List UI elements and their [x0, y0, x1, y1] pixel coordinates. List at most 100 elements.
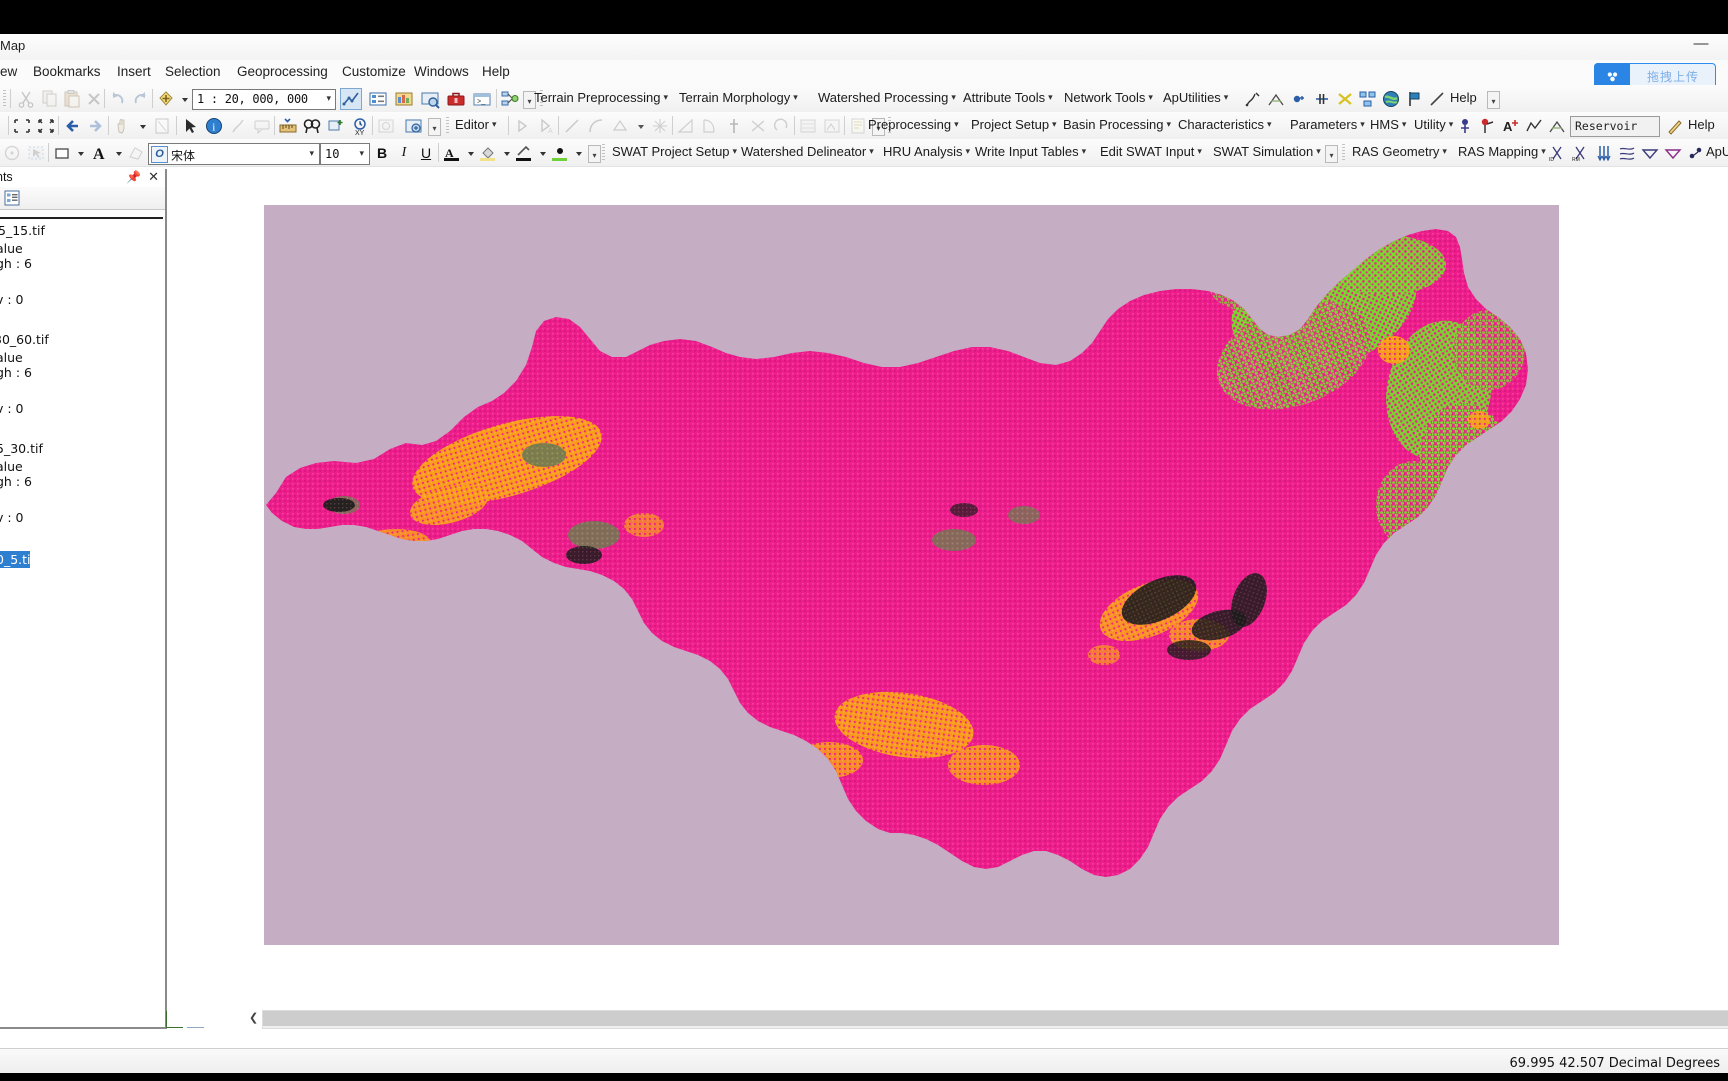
chevron-down-icon[interactable]: ▾ [309, 148, 314, 159]
marker-color-icon[interactable] [550, 143, 570, 163]
toolbar-grip[interactable] [602, 144, 605, 161]
sketch-play-icon[interactable] [512, 116, 532, 136]
chevron-down-icon[interactable]: ▾ [326, 93, 331, 104]
zoom-out-fixed-icon[interactable] [36, 116, 56, 136]
bold-button[interactable]: B [372, 143, 392, 163]
straight-segment-icon[interactable] [562, 116, 582, 136]
menu-aputilities[interactable]: ApUtilities ▾ [1163, 90, 1228, 105]
apf-flag-icon[interactable] [1404, 89, 1424, 109]
toolbox-icon[interactable] [446, 89, 466, 109]
menu-hru-analysis[interactable]: HRU Analysis ▾ [883, 144, 970, 159]
menu-item-bookmarks[interactable]: Bookmarks [33, 64, 101, 79]
map-horizontal-scrollbar[interactable]: ❮ [249, 1010, 1728, 1029]
text-icon[interactable]: A [90, 143, 110, 163]
identify-icon[interactable]: i [204, 116, 224, 136]
arc-icon[interactable] [772, 116, 792, 136]
apf-globe-icon[interactable] [1381, 89, 1401, 109]
menu-edit-swat-input[interactable]: Edit SWAT Input ▾ [1100, 144, 1202, 159]
find-route-icon[interactable] [228, 116, 248, 136]
apf-point-icon[interactable] [1289, 89, 1309, 109]
menu-item-view[interactable]: ew [0, 64, 17, 79]
undo-icon[interactable] [108, 89, 128, 109]
menu-item-windows[interactable]: Windows [414, 64, 469, 79]
menu-swat-simulation[interactable]: SWAT Simulation ▾ [1213, 144, 1321, 159]
fill-color-icon[interactable] [478, 143, 498, 163]
search-window-icon[interactable] [420, 89, 440, 109]
font-family-combo[interactable]: O 宋体 ▾ [148, 143, 320, 165]
hms-label-icon[interactable]: A [1501, 116, 1521, 136]
toc-layer-name[interactable]: 30_60.tif [0, 332, 49, 347]
parallel-icon[interactable] [724, 116, 744, 136]
map-canvas[interactable] [167, 169, 1728, 1027]
zoom-whole-page-icon[interactable] [152, 116, 172, 136]
apf-profile-icon[interactable] [1266, 89, 1286, 109]
toolbar-overflow-button[interactable]: ▾ [588, 145, 601, 163]
menu-attribute-tools[interactable]: Attribute Tools ▾ [963, 90, 1053, 105]
menu-utility[interactable]: Utility ▾ [1414, 117, 1453, 132]
menu-editor[interactable]: Editor ▾ [455, 117, 497, 132]
table-of-contents-icon[interactable] [368, 89, 388, 109]
ras-rm-icon[interactable]: RM [1571, 143, 1591, 163]
menu-item-geoprocessing[interactable]: Geoprocessing [237, 64, 328, 79]
toolbar-overflow-button[interactable]: ▾ [1325, 145, 1338, 163]
menu-watershed-delineator[interactable]: Watershed Delineator ▾ [741, 144, 874, 159]
ras-bank-icon[interactable] [1640, 143, 1660, 163]
rectangle-icon[interactable] [52, 143, 72, 163]
find-icon[interactable] [302, 116, 322, 136]
menu-characteristics[interactable]: Characteristics ▾ [1178, 117, 1272, 132]
measure-icon[interactable] [278, 116, 298, 136]
menu-ras-geometry[interactable]: RAS Geometry ▾ [1352, 144, 1447, 159]
list-by-drawing-order-icon[interactable] [4, 190, 20, 206]
menu-item-customize[interactable]: Customize [342, 64, 406, 79]
toolbar-grip[interactable] [1342, 144, 1345, 161]
html-popup-icon[interactable] [252, 116, 272, 136]
italic-button[interactable]: I [394, 143, 414, 163]
help-label-hms[interactable]: Help [1688, 117, 1715, 132]
menu-terrain-morphology[interactable]: Terrain Morphology ▾ [679, 90, 798, 105]
time-slider-icon[interactable]: XY [350, 116, 370, 136]
menu-parameters[interactable]: Parameters ▾ [1290, 117, 1365, 132]
redo-icon[interactable] [130, 89, 150, 109]
rectangle-dropdown-icon[interactable] [72, 143, 92, 163]
menu-item-insert[interactable]: Insert [117, 64, 151, 79]
perpendicular-icon[interactable] [748, 116, 768, 136]
menu-swat-project-setup[interactable]: SWAT Project Setup ▾ [612, 144, 737, 159]
menu-basin-processing[interactable]: Basin Processing ▾ [1063, 117, 1171, 132]
menu-item-selection[interactable]: Selection [165, 64, 221, 79]
apf-schema-icon[interactable] [1358, 89, 1378, 109]
menu-ras-mapping[interactable]: RAS Mapping ▾ [1458, 144, 1546, 159]
python-window-icon[interactable]: >_ [472, 89, 492, 109]
sketch-trace-icon[interactable]: A [536, 116, 556, 136]
toolbar-overflow-button[interactable]: ▾ [428, 118, 441, 136]
map-view[interactable] [167, 169, 1728, 1027]
underline-button[interactable]: U [416, 143, 436, 163]
menu-item-help[interactable]: Help [482, 64, 510, 79]
hms-point-icon[interactable] [1478, 116, 1498, 136]
menu-write-input-tables[interactable]: Write Input Tables ▾ [975, 144, 1086, 159]
marker-color-dropdown-icon[interactable] [570, 143, 590, 163]
chart-icon[interactable] [822, 116, 842, 136]
pan-icon[interactable] [112, 116, 132, 136]
apf-pencil-icon[interactable] [1427, 89, 1447, 109]
rotate-icon[interactable] [2, 143, 22, 163]
toc-layer-name[interactable]: 5_30.tif [0, 441, 43, 456]
edit-map-icon[interactable] [340, 88, 362, 110]
hms-basin-icon[interactable] [1455, 116, 1475, 136]
viewer-window-icon[interactable] [376, 116, 396, 136]
aput-label[interactable]: ApUt [1706, 144, 1728, 159]
menu-preprocessing[interactable]: Preprocessing ▾ [868, 117, 959, 132]
arc-segment-icon[interactable] [586, 116, 606, 136]
midpoint-dropdown-icon[interactable] [632, 116, 652, 136]
raster-layer-china-landcover[interactable] [264, 205, 1559, 945]
midpoint-icon[interactable] [610, 116, 630, 136]
paste-icon[interactable] [62, 89, 82, 109]
forward-extent-icon[interactable] [86, 116, 106, 136]
table-icon[interactable] [798, 116, 818, 136]
go-to-xy-icon[interactable] [326, 116, 346, 136]
model-builder-icon[interactable] [500, 89, 520, 109]
hms-pencil-icon[interactable] [1665, 116, 1685, 136]
map-scale-combo[interactable]: 1 : 20, 000, 000 ▾ [192, 89, 336, 110]
apf-cross-icon[interactable] [1312, 89, 1332, 109]
reservoir-combo[interactable]: Reservoir [1570, 116, 1660, 137]
attribute-icon[interactable] [848, 116, 868, 136]
